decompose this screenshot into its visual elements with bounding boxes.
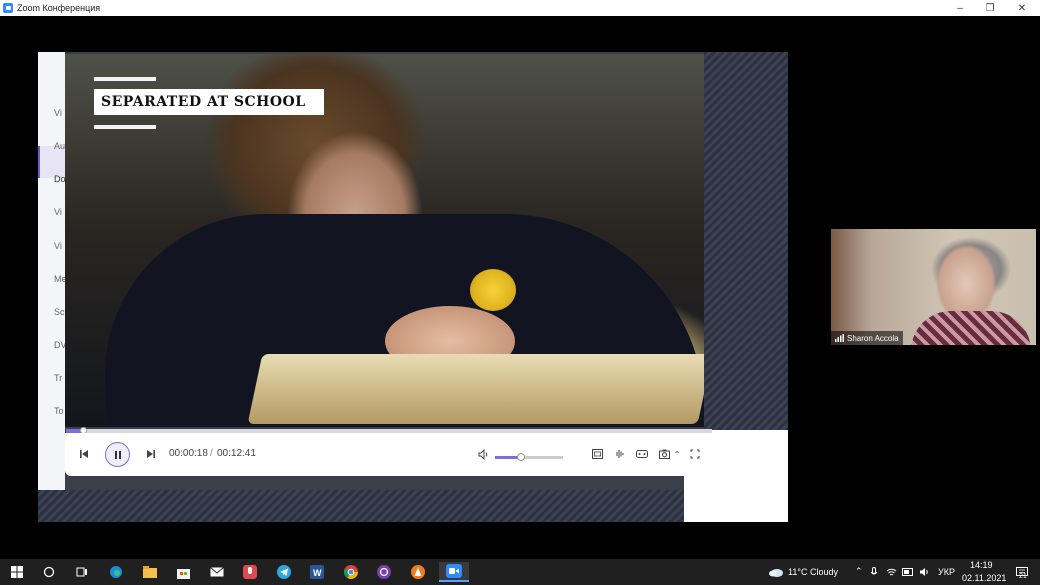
meeting-stage: Vi Au Do Vi Vi Me Sc DV Tr To SEPARATED … [0,16,1040,559]
video-scene-flower [470,269,516,311]
chrome-icon[interactable] [340,562,362,582]
svg-text:W: W [313,568,322,578]
chevron-up-icon[interactable]: ⌃ [672,448,682,460]
task-view-icon[interactable] [71,562,93,582]
participant-shirt [911,311,1031,345]
notification-count: 21 [1019,573,1027,580]
pause-icon [114,450,121,459]
close-button[interactable]: ✕ [1007,0,1037,16]
vr-icon[interactable] [635,448,648,460]
mail-icon[interactable] [206,562,228,582]
app-sidebar: Vi Au Do Vi Vi Me Sc DV Tr To [38,52,67,490]
windows-start-icon[interactable] [6,562,28,582]
window-title: Zoom Конференция [17,3,101,13]
cortana-search-icon[interactable] [38,562,60,582]
caption-rule [94,125,156,129]
zoom-app-icon [3,3,13,13]
edge-icon[interactable] [105,562,127,582]
tray-chevron-icon[interactable]: ⌃ [855,566,863,577]
video-frame[interactable]: SEPARATED AT SCHOOL [65,54,704,427]
speaker-icon[interactable] [477,448,489,460]
file-explorer-icon[interactable] [139,562,161,582]
battery-icon[interactable] [900,562,916,582]
minimize-button[interactable]: – [945,0,975,16]
sidebar-item[interactable]: Vi [54,241,62,251]
caption-icon[interactable] [591,448,603,460]
volume-tray-icon[interactable] [916,562,932,582]
clock-date[interactable]: 02.11.2021 [962,573,1006,583]
window-titlebar: Zoom Конференция – ❐ ✕ [0,0,1040,16]
zoom-taskbar-icon[interactable] [439,562,469,582]
fullscreen-icon[interactable] [689,448,701,460]
telegram-icon[interactable] [273,562,295,582]
sidebar-item[interactable]: Au [54,141,65,151]
duration: 00:12:41 [217,448,256,459]
sidebar-item[interactable]: Vi [54,207,62,217]
vlc-icon[interactable] [407,562,429,582]
player-controls: 00:00:18 / 00:12:41 ⌃ [65,433,714,476]
volume-slider-handle[interactable] [516,453,525,461]
screen-share-hatch [38,490,684,522]
skip-back-icon[interactable] [77,447,91,461]
skip-forward-icon[interactable] [144,447,158,461]
participant-video[interactable]: Sharon Accola [831,229,1036,345]
windows-taskbar: W 11°C Cloudy ⌃ УКР 14:19 02.11.2021 21 [0,559,1040,585]
signal-bars-icon [835,334,844,342]
camera-icon[interactable] [658,448,670,460]
wifi-icon[interactable] [883,562,899,582]
viber-icon[interactable] [373,562,395,582]
podcast-app-icon[interactable] [239,562,261,582]
video-scene-book [247,354,704,424]
weather-text[interactable]: 11°C Cloudy [788,567,838,577]
video-caption: SEPARATED AT SCHOOL [94,89,324,115]
sidebar-item[interactable]: Do [54,174,66,184]
audio-wave-icon[interactable] [613,448,625,460]
clock-time[interactable]: 14:19 [970,560,993,570]
current-time: 00:00:18 [169,448,208,459]
weather-icon[interactable] [765,562,787,582]
store-icon[interactable] [172,562,194,582]
word-icon[interactable]: W [306,562,328,582]
sidebar-item[interactable]: Vi [54,108,62,118]
caption-rule [94,77,156,81]
restore-button[interactable]: ❐ [975,0,1005,16]
participant-name: Sharon Accola [847,333,899,343]
pause-button[interactable] [105,442,130,467]
sidebar-item[interactable]: To [54,406,64,416]
screen-share-hatch [704,52,788,430]
input-language[interactable]: УКР [938,567,955,577]
sidebar-item[interactable]: Sc [54,307,65,317]
participant-name-tag: Sharon Accola [831,331,903,345]
microphone-tray-icon[interactable] [866,562,882,582]
sidebar-item[interactable]: Tr [54,373,62,383]
time-separator: / [210,448,213,459]
volume-slider[interactable] [495,453,563,461]
